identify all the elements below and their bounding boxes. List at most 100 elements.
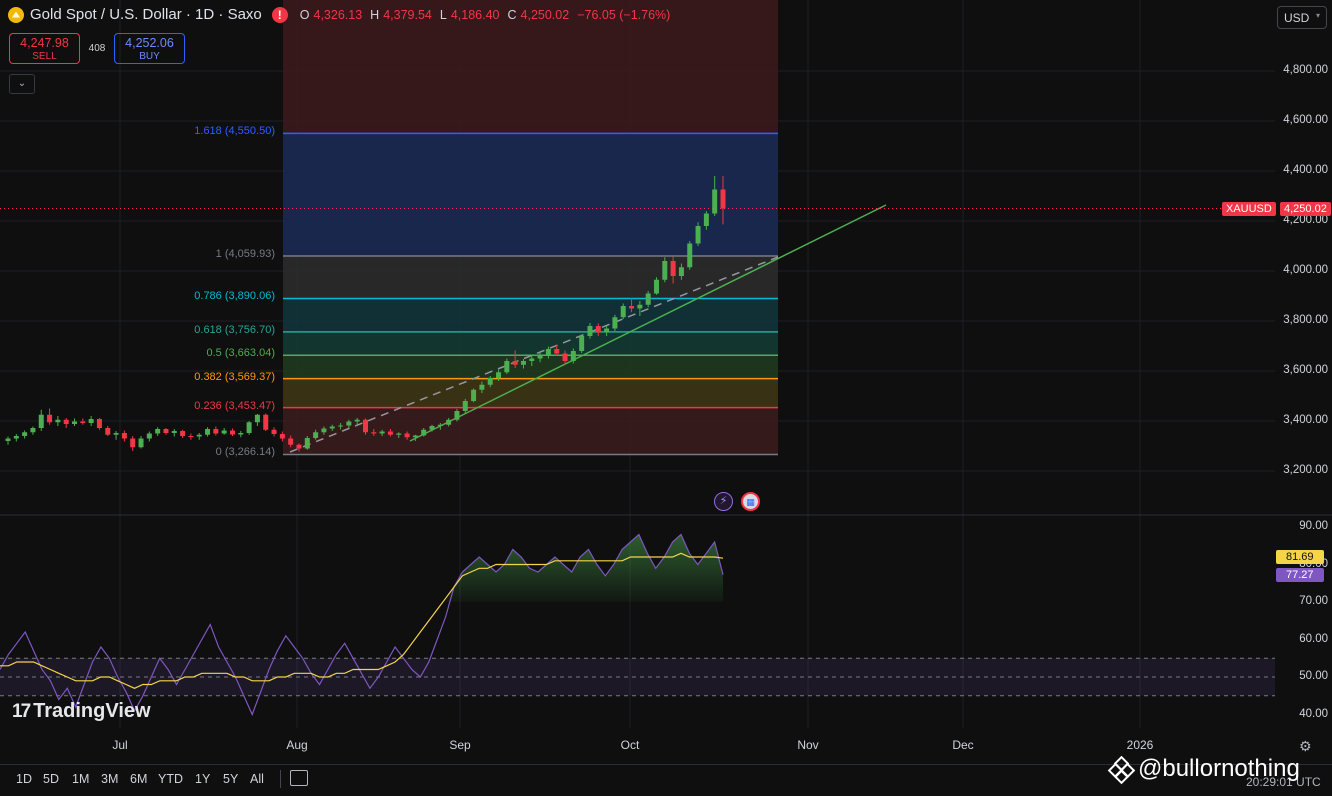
toolbar-divider bbox=[280, 770, 281, 788]
candle-body bbox=[271, 429, 277, 434]
candle-body bbox=[612, 317, 618, 329]
time-axis-label: Jul bbox=[112, 738, 128, 752]
candle-body bbox=[121, 433, 127, 439]
candle-body bbox=[205, 429, 211, 435]
candle-body bbox=[171, 431, 177, 433]
candle-body bbox=[587, 326, 593, 336]
rsi-axis-label: 50.00 bbox=[1299, 670, 1328, 682]
candle-body bbox=[512, 361, 518, 365]
timeframe-button-1m[interactable]: 1M bbox=[72, 772, 89, 786]
candle-body bbox=[554, 349, 560, 354]
candle-body bbox=[637, 304, 643, 309]
candle-body bbox=[146, 433, 152, 439]
candle-body bbox=[363, 419, 368, 433]
timeframe-button-ytd[interactable]: YTD bbox=[158, 772, 183, 786]
candle-body bbox=[412, 435, 418, 438]
alert-icon[interactable]: ! bbox=[271, 6, 288, 23]
fib-level-label: 0.786 (3,890.06) bbox=[194, 290, 275, 303]
candle-body bbox=[570, 351, 576, 361]
candle-body bbox=[180, 431, 186, 436]
fib-level-label: 0 (3,266.14) bbox=[215, 446, 275, 459]
buy-button[interactable]: 4,252.06 BUY bbox=[114, 33, 185, 64]
candle-body bbox=[396, 433, 402, 435]
candle-body bbox=[72, 421, 78, 424]
event-icons: ⚡ ▦ bbox=[714, 492, 760, 511]
calendar-goto-icon[interactable] bbox=[290, 770, 308, 786]
fib-level-label: 0.236 (3,453.47) bbox=[194, 399, 275, 412]
timeframe-button-all[interactable]: All bbox=[250, 772, 264, 786]
candle-body bbox=[5, 438, 11, 441]
time-axis-label: Nov bbox=[797, 738, 819, 752]
timeframe-button-3m[interactable]: 3M bbox=[101, 772, 118, 786]
timeframe-button-1d[interactable]: 1D bbox=[16, 772, 32, 786]
candle-body bbox=[404, 433, 410, 438]
candle-body bbox=[662, 261, 668, 280]
spread-value: 408 bbox=[88, 43, 106, 54]
ohlc-values: O 4,326.13 H 4,379.54 L 4,186.40 C 4,250.02 … bbox=[299, 7, 671, 22]
price-chart[interactable] bbox=[0, 0, 1332, 795]
price-axis-label: 3,600.00 bbox=[1283, 364, 1328, 376]
candle-body bbox=[496, 372, 502, 378]
candle-body bbox=[254, 414, 260, 423]
rsi-axis-label: 60.00 bbox=[1299, 632, 1328, 645]
candle-body bbox=[279, 434, 285, 439]
candle-body bbox=[471, 389, 477, 401]
candle-body bbox=[22, 432, 28, 436]
candle-body bbox=[313, 432, 319, 438]
timeframe-button-6m[interactable]: 6M bbox=[130, 772, 147, 786]
price-axis-label: 4,400.00 bbox=[1283, 164, 1328, 176]
sell-button[interactable]: 4,247.98 SELL bbox=[9, 33, 80, 64]
candle-body bbox=[529, 358, 535, 361]
candle-body bbox=[246, 422, 252, 433]
candle-body bbox=[429, 426, 435, 430]
candle-body bbox=[296, 444, 302, 449]
candle-body bbox=[462, 401, 468, 411]
currency-select[interactable]: USD ▾ bbox=[1277, 6, 1327, 29]
collapse-chevron-icon[interactable]: ⌄ bbox=[9, 74, 35, 94]
us-flag-icon[interactable]: ▦ bbox=[741, 492, 760, 511]
candle-body bbox=[38, 414, 44, 428]
candle-body bbox=[479, 384, 485, 390]
candle-body bbox=[304, 438, 310, 449]
lightning-icon[interactable]: ⚡ bbox=[714, 492, 733, 511]
candle-body bbox=[105, 428, 111, 435]
timeframe-button-5y[interactable]: 5Y bbox=[223, 772, 238, 786]
tradingview-mark-icon: 17 bbox=[12, 700, 31, 722]
timeframe-button-5d[interactable]: 5D bbox=[43, 772, 59, 786]
rsi-ma-badge: 81.69 bbox=[1276, 550, 1324, 564]
price-change: −76.05 (−1.76%) bbox=[577, 7, 671, 22]
candle-body bbox=[238, 433, 244, 435]
candle-body bbox=[670, 261, 676, 276]
rsi-axis-label: 90.00 bbox=[1299, 520, 1328, 532]
fib-zone bbox=[283, 256, 778, 299]
candle-body bbox=[487, 378, 493, 385]
candle-body bbox=[163, 429, 169, 433]
settings-gear-icon[interactable]: ⚙ bbox=[1299, 738, 1312, 755]
fib-level-label: 0.5 (3,663.04) bbox=[206, 347, 276, 360]
fib-level-label: 0.618 (3,756.70) bbox=[194, 323, 275, 336]
candle-body bbox=[55, 419, 61, 423]
trade-panel: 4,247.98 SELL 408 4,252.06 BUY bbox=[9, 33, 185, 64]
fib-zone bbox=[283, 407, 778, 455]
candle-body bbox=[604, 328, 610, 333]
gold-coin-icon bbox=[8, 6, 24, 23]
candle-body bbox=[288, 438, 294, 445]
candle-body bbox=[678, 267, 684, 276]
candle-body bbox=[13, 436, 19, 439]
candle-body bbox=[720, 189, 726, 209]
time-axis-label: Aug bbox=[286, 738, 308, 752]
tradingview-logo: 17 TradingView bbox=[12, 700, 151, 722]
timeframe-button-1y[interactable]: 1Y bbox=[195, 772, 210, 786]
candle-body bbox=[387, 431, 393, 435]
candle-body bbox=[437, 424, 443, 426]
fib-zone bbox=[283, 298, 778, 332]
candle-body bbox=[446, 419, 452, 425]
symbol-header[interactable]: Gold Spot / U.S. Dollar · 1D · Saxo ! O4… bbox=[8, 6, 674, 23]
candle-body bbox=[30, 428, 36, 433]
candle-body bbox=[371, 432, 377, 434]
price-axis-label: 3,400.00 bbox=[1283, 414, 1328, 426]
candle-body bbox=[645, 293, 651, 305]
rsi-axis-label: 70.00 bbox=[1299, 595, 1328, 607]
time-axis-label: Oct bbox=[620, 738, 640, 752]
candle-body bbox=[188, 436, 194, 437]
